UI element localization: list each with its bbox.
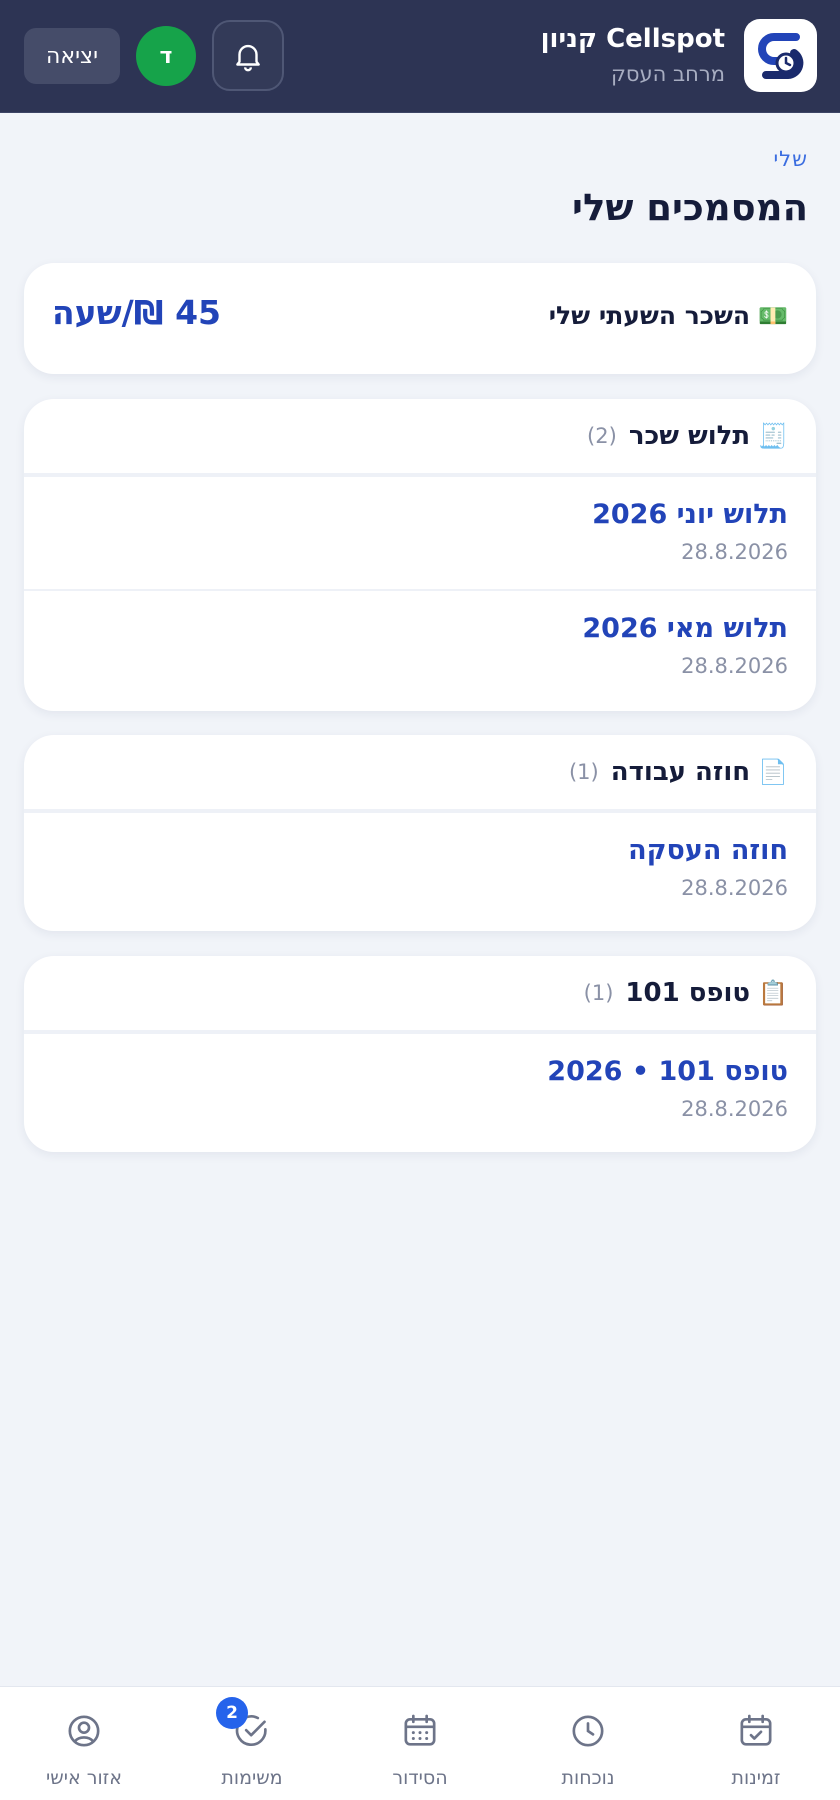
section-title: תלוש שכר [628, 421, 751, 451]
section-count: (1) [568, 760, 599, 784]
section-title: חוזה עבודה [610, 757, 751, 787]
hourly-wage-card: 💵השכר השעתי שלי 45 ₪/שעה [24, 263, 816, 374]
page-kicker: שלי [773, 147, 808, 171]
document-title[interactable]: תלוש מאי 2026 [582, 613, 788, 644]
nav-item-availability[interactable]: זמינות [672, 1687, 840, 1800]
nav-label: משימות [221, 1767, 283, 1789]
nav-label: אזור אישי [46, 1767, 122, 1789]
calendar-grid-icon [400, 1711, 440, 1751]
section-count: (1) [583, 981, 614, 1005]
nav-item-schedule[interactable]: הסידור [336, 1687, 504, 1800]
payslips-section: 🧾 תלוש שכר (2) תלוש יוני 2026 28.8.2026 … [24, 399, 816, 711]
nav-label: זמינות [731, 1767, 781, 1789]
document-date: 28.8.2026 [681, 540, 788, 564]
nav-label: נוכחות [561, 1767, 615, 1789]
document-date: 28.8.2026 [681, 876, 788, 900]
tasks-badge: 2 [216, 1697, 248, 1729]
document-title[interactable]: חוזה העסקה [628, 835, 788, 866]
bell-icon [236, 44, 260, 71]
nav-item-tasks[interactable]: 2 משימות [168, 1687, 336, 1800]
app-logo-icon [757, 32, 803, 79]
document-row[interactable]: טופס 101 • 2026 28.8.2026 [24, 1034, 816, 1148]
top-header: Cellspot קניון מרחב העסק ד יציאה [0, 0, 840, 113]
section-header: 🧾 תלוש שכר (2) [24, 399, 816, 477]
logout-button[interactable]: יציאה [24, 28, 120, 84]
document-title[interactable]: טופס 101 • 2026 [547, 1056, 788, 1087]
document-row[interactable]: תלוש מאי 2026 28.8.2026 [24, 591, 816, 705]
bottom-nav: זמינות נוכחות הסידור 2 משימות אזור אישי [0, 1686, 840, 1800]
money-icon: 💵 [758, 302, 788, 330]
contract-section: 📄 חוזה עבודה (1) חוזה העסקה 28.8.2026 [24, 735, 816, 931]
page-title: המסמכים שלי [572, 186, 808, 229]
section-header: 📄 חוזה עבודה (1) [24, 735, 816, 813]
document-date: 28.8.2026 [681, 1097, 788, 1121]
document-icon: 📄 [758, 758, 788, 786]
clipboard-icon: 📋 [758, 979, 788, 1007]
nav-label: הסידור [392, 1767, 448, 1789]
clock-icon [568, 1711, 608, 1751]
notifications-button[interactable] [212, 20, 284, 91]
app-logo[interactable] [744, 19, 817, 92]
hourly-wage-label: 💵השכר השעתי שלי [549, 301, 788, 330]
document-date: 28.8.2026 [681, 654, 788, 678]
calendar-check-icon [736, 1711, 776, 1751]
avatar[interactable]: ד [136, 26, 196, 86]
nav-item-personal[interactable]: אזור אישי [0, 1687, 168, 1800]
nav-item-attendance[interactable]: נוכחות [504, 1687, 672, 1800]
document-title[interactable]: תלוש יוני 2026 [592, 499, 788, 530]
section-header: 📋 טופס 101 (1) [24, 956, 816, 1034]
hourly-wage-label-text: השכר השעתי שלי [548, 301, 751, 330]
user-circle-icon [64, 1711, 104, 1751]
section-title: טופס 101 [625, 978, 751, 1008]
document-row[interactable]: תלוש יוני 2026 28.8.2026 [24, 477, 816, 591]
hourly-wage-value: 45 ₪/שעה [52, 293, 221, 332]
check-circle-icon: 2 [216, 1697, 272, 1751]
brand-subtitle: מרחב העסק [610, 62, 725, 86]
form101-section: 📋 טופס 101 (1) טופס 101 • 2026 28.8.2026 [24, 956, 816, 1152]
brand-title: Cellspot קניון [540, 24, 725, 54]
section-count: (2) [587, 424, 617, 448]
document-row[interactable]: חוזה העסקה 28.8.2026 [24, 813, 816, 927]
receipt-icon: 🧾 [758, 422, 788, 450]
